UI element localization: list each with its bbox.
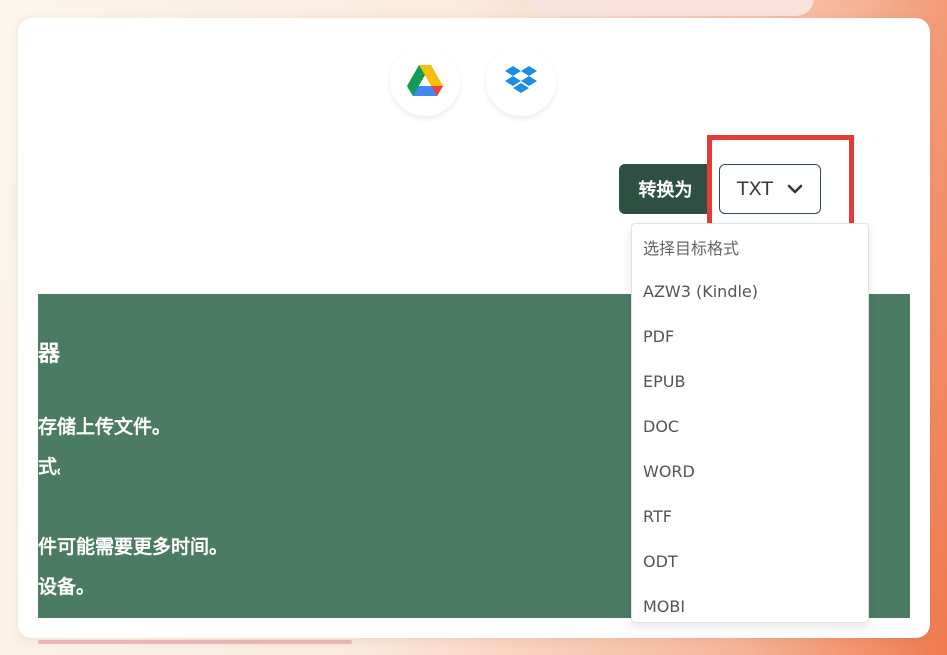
dropdown-option-mobi[interactable]: MOBI [632,584,868,622]
dropdown-option-doc[interactable]: DOC [632,404,868,449]
dropdown-option-epub[interactable]: EPUB [632,359,868,404]
dropdown-option-azw3[interactable]: AZW3 (Kindle) [632,269,868,314]
panel-line-time: 件可能需要更多时间。 [38,536,229,558]
panel-line-format: 式。 [38,456,60,478]
bottom-decoration [38,640,352,644]
dropdown-option-rtf[interactable]: RTF [632,494,868,539]
google-drive-button[interactable] [390,46,460,116]
selected-format-text: TXT [737,178,773,200]
converter-card: 转换为 TXT 器 存储上传文件。 式。 件可能需要更多时间。 设备。 选择目标… [18,18,930,638]
dropdown-option-odt[interactable]: ODT [632,539,868,584]
dropdown-option-pdf[interactable]: PDF [632,314,868,359]
convert-to-label: 转换为 [619,164,712,214]
chevron-down-icon [787,184,803,194]
google-drive-icon [407,65,443,96]
panel-line-upload: 存储上传文件。 [38,416,172,438]
panel-heading: 器 [38,342,61,367]
dropdown-option-word[interactable]: WORD [632,449,868,494]
target-format-select[interactable]: TXT [719,164,821,214]
top-decoration [528,0,814,16]
dropbox-button[interactable] [486,46,556,116]
dropbox-icon [505,66,537,93]
panel-line-device: 设备。 [38,576,96,598]
dropdown-option-placeholder[interactable]: 选择目标格式 [632,224,868,269]
format-dropdown-menu: 选择目标格式 AZW3 (Kindle) PDF EPUB DOC WORD R… [631,223,869,623]
